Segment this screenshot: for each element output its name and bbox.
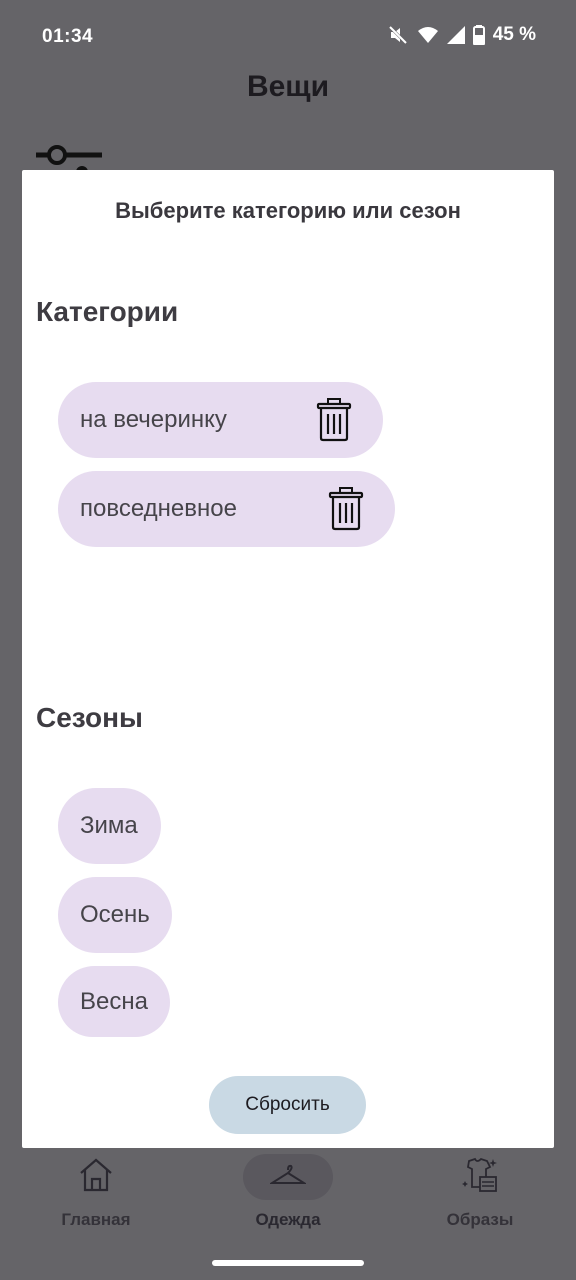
status-bar: 01:34 45 % (0, 0, 576, 72)
category-season-dialog: Выберите категорию или сезон Категории н… (22, 170, 554, 1148)
trash-icon[interactable] (316, 398, 352, 449)
category-chip-party[interactable]: на вечеринку (58, 382, 383, 458)
chip-label: Зима (80, 812, 138, 839)
battery-percent: 45 % (492, 24, 536, 45)
nav-label-home: Главная (61, 1210, 131, 1229)
nav-item-outfits[interactable]: Образы (384, 1148, 576, 1230)
category-chip-casual[interactable]: повседневное (58, 471, 395, 547)
chip-label: Весна (80, 987, 148, 1015)
page-title: Вещи (246, 70, 330, 103)
home-indicator[interactable] (212, 1260, 364, 1266)
trash-icon[interactable] (328, 487, 364, 538)
chip-label: повседневное (80, 495, 237, 522)
wifi-icon (417, 26, 439, 44)
nav-label-clothes: Одежда (255, 1210, 321, 1229)
mute-icon (387, 24, 409, 46)
dialog-title: Выберите категорию или сезон (115, 198, 461, 223)
reset-button[interactable]: Сбросить (209, 1076, 366, 1134)
status-time: 01:34 (42, 26, 94, 47)
hanger-icon (268, 1164, 308, 1191)
nav-item-clothes[interactable]: Одежда (192, 1148, 384, 1230)
season-chip-spring[interactable]: Весна (58, 966, 170, 1037)
seasons-heading: Сезоны (36, 702, 143, 733)
nav-item-home[interactable]: Главная (0, 1148, 192, 1230)
chip-label: на вечеринку (80, 406, 227, 433)
season-chip-autumn[interactable]: Осень (58, 877, 172, 953)
status-icons: 45 % (387, 24, 536, 46)
home-icon (78, 1158, 114, 1197)
chip-label: Осень (80, 901, 150, 928)
outfits-icon (461, 1157, 499, 1198)
signal-icon (446, 26, 465, 44)
battery-icon (472, 25, 485, 45)
season-chip-winter[interactable]: Зима (58, 788, 161, 864)
nav-label-outfits: Образы (446, 1210, 514, 1229)
categories-heading: Категории (36, 296, 179, 327)
